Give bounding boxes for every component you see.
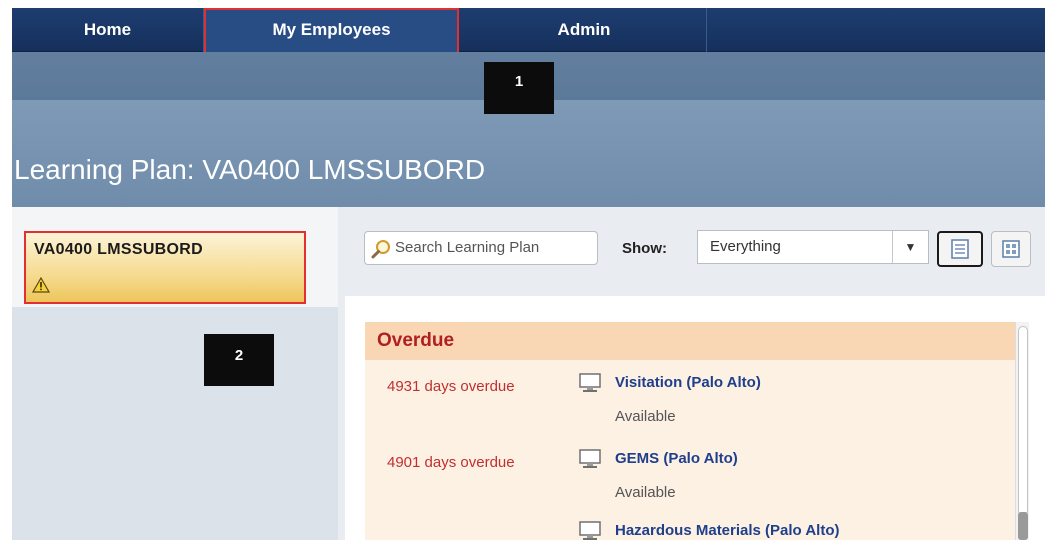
- top-nav: Home My Employees Admin: [12, 8, 1045, 58]
- scrollbar-track: [1018, 326, 1028, 516]
- show-filter-value: Everything: [710, 238, 781, 255]
- list-view-button[interactable]: [937, 231, 983, 267]
- nav-tab-home[interactable]: Home: [12, 8, 204, 52]
- search-learning-plan-input[interactable]: Search Learning Plan: [364, 231, 598, 265]
- course-title-link[interactable]: GEMS (Palo Alto): [615, 450, 738, 467]
- monitor-icon: [579, 373, 601, 392]
- annotation-marker-2: 2: [204, 334, 274, 386]
- overdue-header: Overdue: [365, 322, 1015, 360]
- nav-tab-admin[interactable]: Admin: [462, 8, 707, 52]
- course-status: Available: [615, 408, 676, 425]
- monitor-icon: [579, 449, 601, 468]
- monitor-icon: [579, 521, 601, 540]
- overdue-title: Overdue: [377, 330, 455, 351]
- grid-view-button[interactable]: [991, 231, 1031, 267]
- nav-tab-my-employees[interactable]: My Employees: [204, 8, 459, 58]
- list-view-icon: [951, 239, 969, 259]
- warning-icon: [32, 277, 50, 293]
- search-icon: [371, 240, 390, 259]
- learning-plan-page: Home My Employees Admin Learning Plan: V…: [0, 0, 1045, 540]
- course-status: Available: [615, 484, 676, 501]
- scrollbar[interactable]: [1015, 322, 1029, 540]
- chevron-down-icon[interactable]: ▼: [892, 231, 928, 263]
- grid-view-icon: [1002, 240, 1020, 258]
- annotation-marker-1: 1: [484, 62, 554, 114]
- overdue-days: 4931 days overdue: [387, 378, 515, 395]
- show-filter-select[interactable]: Everything ▼: [697, 230, 929, 264]
- course-title-link[interactable]: Hazardous Materials (Palo Alto): [615, 522, 840, 539]
- employee-card[interactable]: VA0400 LMSSUBORD: [24, 231, 306, 304]
- overdue-days: 4901 days overdue: [387, 454, 515, 471]
- search-placeholder: Search Learning Plan: [395, 239, 540, 256]
- show-label: Show:: [622, 240, 667, 257]
- employee-name: VA0400 LMSSUBORD: [34, 241, 203, 258]
- page-title: Learning Plan: VA0400 LMSSUBORD: [14, 154, 486, 185]
- highlight-box: [204, 8, 459, 58]
- course-title-link[interactable]: Visitation (Palo Alto): [615, 374, 761, 391]
- scrollbar-thumb[interactable]: [1018, 512, 1028, 540]
